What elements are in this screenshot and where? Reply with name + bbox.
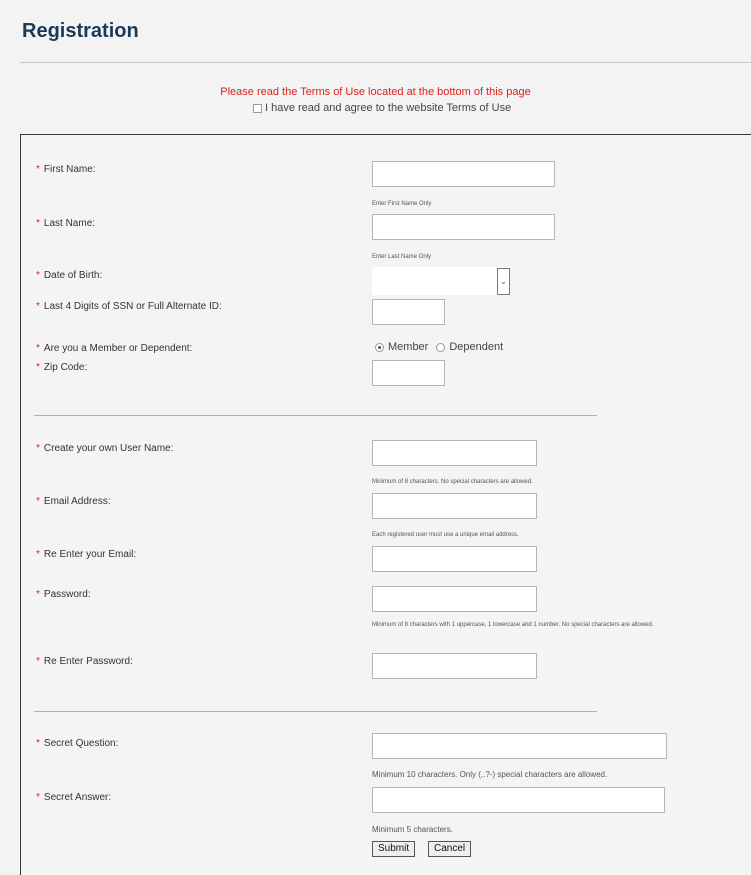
required-marker: * (36, 301, 40, 312)
page-title: Registration (22, 20, 139, 42)
required-marker: * (36, 589, 40, 600)
email-label: * Email Address: (36, 496, 111, 507)
chevron-down-icon[interactable]: ⌄ (497, 268, 510, 295)
ssn-input[interactable] (372, 299, 445, 325)
radio-member-button[interactable] (375, 342, 384, 352)
required-marker: * (36, 362, 40, 373)
member-type-label: * Are you a Member or Dependent: (36, 343, 193, 354)
first-name-label: * First Name: (36, 164, 96, 175)
secret-answer-hint: Minimum 5 characters. (372, 825, 453, 834)
secret-question-hint: Minimum 10 characters. Only (,.?-) speci… (372, 770, 608, 779)
title-divider (20, 62, 751, 63)
required-marker: * (36, 656, 40, 667)
secret-question-input[interactable] (372, 733, 667, 759)
password-hint: Minimum of 8 characters with 1 uppercase… (372, 622, 654, 628)
zip-input[interactable] (372, 360, 445, 386)
required-marker: * (36, 218, 40, 229)
email-confirm-input[interactable] (372, 546, 537, 572)
terms-notice: Please read the Terms of Use located at … (220, 86, 531, 98)
radio-member[interactable]: Member (375, 341, 428, 353)
radio-member-label: Member (388, 341, 429, 353)
last-name-input[interactable] (372, 214, 555, 240)
required-marker: * (36, 496, 40, 507)
password-confirm-input[interactable] (372, 653, 537, 679)
ssn-label: * Last 4 Digits of SSN or Full Alternate … (36, 301, 222, 312)
email-confirm-label: * Re Enter your Email: (36, 549, 137, 560)
cancel-button[interactable]: Cancel (428, 841, 472, 857)
required-marker: * (36, 738, 40, 749)
radio-dependent-label: Dependent (449, 341, 504, 353)
email-input[interactable] (372, 493, 537, 519)
section-divider (34, 415, 597, 416)
first-name-hint: Enter First Name Only (372, 201, 432, 207)
radio-dependent[interactable]: Dependent (436, 341, 503, 353)
submit-button[interactable]: Submit (372, 841, 416, 857)
required-marker: * (36, 549, 40, 560)
required-marker: * (36, 343, 40, 354)
secret-question-label: * Secret Question: (36, 738, 119, 749)
last-name-hint: Enter Last Name Only (372, 254, 432, 260)
terms-agree-row[interactable]: I have read and agree to the website Ter… (253, 102, 511, 114)
dob-label: * Date of Birth: (36, 270, 103, 281)
username-label: * Create your own User Name: (36, 443, 174, 454)
secret-answer-label: * Secret Answer: (36, 792, 112, 803)
secret-answer-input[interactable] (372, 787, 665, 813)
member-type-radios: Member Dependent (375, 341, 511, 353)
dob-select[interactable] (372, 267, 510, 295)
last-name-label: * Last Name: (36, 218, 96, 229)
username-input[interactable] (372, 440, 537, 466)
required-marker: * (36, 792, 40, 803)
zip-label: * Zip Code: (36, 362, 88, 373)
required-marker: * (36, 443, 40, 454)
radio-dependent-button[interactable] (436, 342, 446, 352)
section-divider (34, 711, 597, 712)
required-marker: * (36, 270, 40, 281)
terms-agree-label: I have read and agree to the website Ter… (265, 102, 512, 114)
required-marker: * (36, 164, 40, 175)
username-hint: Minimum of 8 characters. No special char… (372, 479, 533, 485)
password-input[interactable] (372, 586, 537, 612)
password-label: * Password: (36, 589, 91, 600)
email-hint: Each registered user must use a unique e… (372, 532, 519, 538)
password-confirm-label: * Re Enter Password: (36, 656, 133, 667)
first-name-input[interactable] (372, 161, 555, 187)
terms-agree-checkbox[interactable] (253, 103, 262, 113)
